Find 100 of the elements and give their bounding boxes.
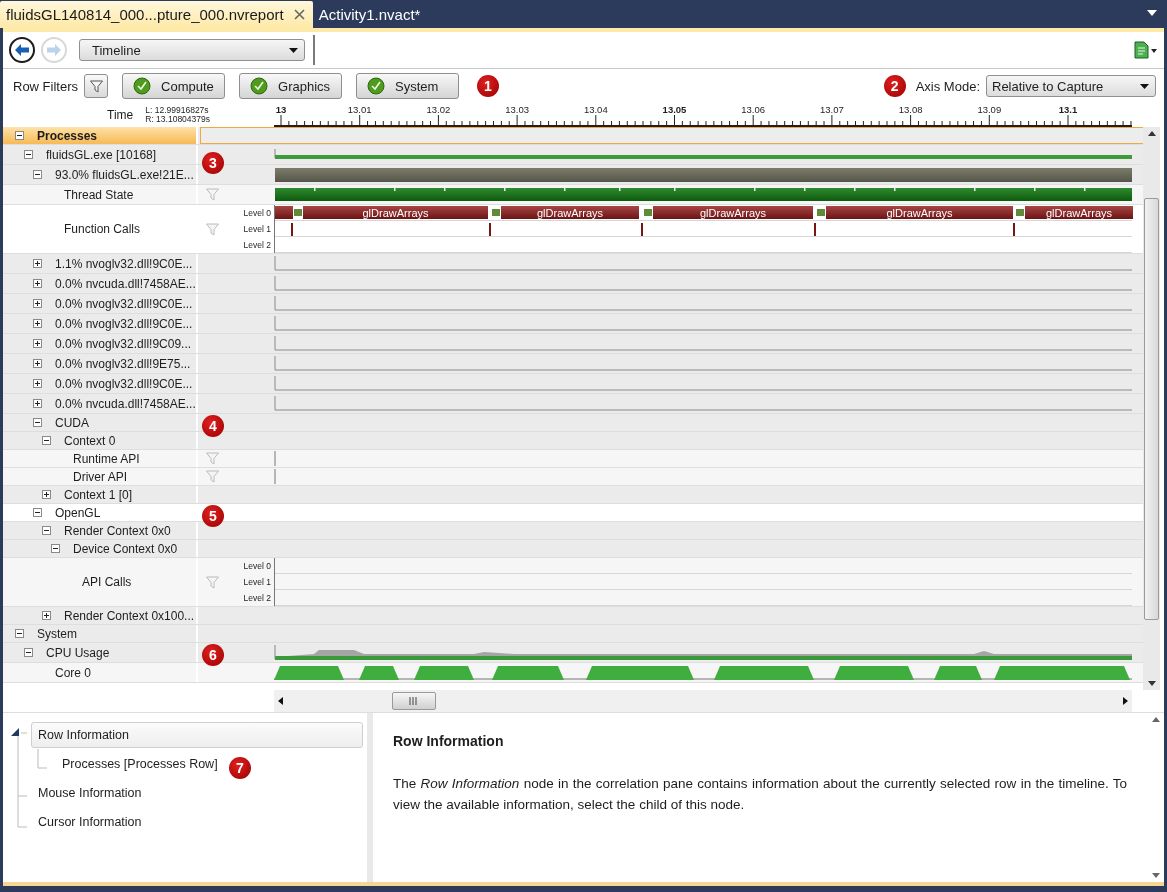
- scroll-right-icon[interactable]: [1123, 697, 1128, 705]
- scroll-left-icon[interactable]: [278, 697, 283, 705]
- row-label: Render Context 0x100...: [64, 608, 195, 623]
- expand-icon[interactable]: [33, 339, 42, 348]
- scroll-thumb[interactable]: [1144, 197, 1159, 620]
- filter-icon: [89, 79, 103, 93]
- collapse-icon[interactable]: [15, 629, 24, 638]
- timeline-row[interactable]: 0.0% nvoglv32.dll!9E75...: [3, 354, 1143, 374]
- timeline-row[interactable]: System: [3, 625, 1143, 643]
- timeline-row[interactable]: 0.0% nvoglv32.dll!9C0E...: [3, 294, 1143, 314]
- function-call-bar[interactable]: glDrawArrays: [1025, 206, 1133, 219]
- tick-label: 13.03: [505, 104, 529, 115]
- collapse-icon[interactable]: [42, 526, 51, 535]
- tree-item[interactable]: Row Information: [31, 722, 363, 748]
- expand-icon[interactable]: [33, 359, 42, 368]
- timeline-row[interactable]: Function Calls Level 0 Level 1 Level 2 glDrawArrays glDrawArrays glDrawArrays glDrawArrays glDrawArrays: [3, 205, 1143, 254]
- collapse-icon[interactable]: [33, 170, 42, 179]
- collapse-icon[interactable]: [15, 131, 24, 140]
- collapse-icon[interactable]: [51, 544, 60, 553]
- timeline-row[interactable]: Thread State: [3, 185, 1143, 205]
- expand-icon[interactable]: [42, 490, 51, 499]
- document-icon[interactable]: [1134, 41, 1158, 59]
- scroll-up-icon[interactable]: [1151, 717, 1160, 722]
- timeline-row[interactable]: Runtime API: [3, 450, 1143, 468]
- tree-item[interactable]: Cursor Information: [31, 809, 149, 835]
- row-label: Context 1 [0]: [64, 487, 133, 502]
- horizontal-scrollbar[interactable]: [274, 690, 1132, 712]
- expand-icon[interactable]: [33, 279, 42, 288]
- expand-icon[interactable]: [33, 399, 42, 408]
- timeline-row[interactable]: Context 0: [3, 432, 1143, 450]
- function-call-bar[interactable]: glDrawArrays: [501, 206, 639, 219]
- axis-mode-dropdown[interactable]: Relative to Capture: [986, 75, 1156, 97]
- call-tick: [489, 223, 491, 236]
- row-label: CUDA: [55, 415, 89, 430]
- tree-item[interactable]: Mouse Information: [31, 780, 149, 806]
- row-label: Driver API: [73, 469, 127, 484]
- timeline-row[interactable]: 0.0% nvoglv32.dll!9C0E...: [3, 314, 1143, 334]
- filter-icon: [206, 452, 219, 465]
- row-label: 0.0% nvoglv32.dll!9E75...: [55, 356, 191, 371]
- filter-toggle-button[interactable]: Compute: [122, 73, 225, 99]
- collapse-icon[interactable]: [24, 150, 33, 159]
- info-paragraph: The Row Information node in the correlation pane contains information about the currently selected row in the timeline. To view the available information, select the child of this node.: [393, 775, 1127, 814]
- expanded-triangle-icon[interactable]: [11, 727, 20, 736]
- tick-label: 13.07: [820, 104, 844, 115]
- collapse-icon[interactable]: [33, 418, 42, 427]
- filter-toggle-button[interactable]: System: [356, 73, 459, 99]
- caret-icon: [1140, 83, 1149, 89]
- function-call-bar[interactable]: glDrawArrays: [653, 206, 813, 219]
- level-label: Level 1: [243, 577, 271, 587]
- close-icon[interactable]: [293, 9, 305, 20]
- document-tab[interactable]: Activity1.nvact*: [312, 1, 429, 28]
- timeline-row[interactable]: Device Context 0x0: [3, 540, 1143, 558]
- timeline-row[interactable]: 0.0% nvcuda.dll!7458AE...: [3, 274, 1143, 294]
- timeline-row[interactable]: 1.1% nvoglv32.dll!9C0E...: [3, 254, 1143, 274]
- timeline-row[interactable]: 0.0% nvoglv32.dll!9C0E...: [3, 374, 1143, 394]
- row-label: Runtime API: [73, 451, 140, 466]
- filter-toggle-button[interactable]: Graphics: [239, 73, 342, 99]
- expand-icon[interactable]: [33, 299, 42, 308]
- row-label: 0.0% nvoglv32.dll!9C0E...: [55, 316, 193, 331]
- expand-icon[interactable]: [33, 319, 42, 328]
- expand-icon[interactable]: [42, 611, 51, 620]
- scroll-down-icon[interactable]: [1147, 681, 1156, 686]
- document-tab[interactable]: fluidsGL140814_000...pture_000.nvreport: [0, 1, 313, 28]
- scroll-thumb[interactable]: [392, 692, 436, 710]
- filter-button[interactable]: [84, 74, 108, 98]
- timeline-row[interactable]: 0.0% nvoglv32.dll!9C09...: [3, 334, 1143, 354]
- tick-label: 13.04: [583, 104, 608, 115]
- tick-label: 13.02: [426, 104, 451, 115]
- expand-icon[interactable]: [33, 259, 42, 268]
- timeline-row[interactable]: Processes: [3, 127, 1143, 145]
- callout-badge: 7: [229, 757, 251, 779]
- view-dropdown[interactable]: Timeline: [79, 39, 305, 61]
- call-tick: [814, 223, 816, 236]
- row-label: 1.1% nvoglv32.dll!9C0E...: [55, 256, 193, 271]
- timeline-row[interactable]: API Calls Level 0 Level 1 Level 2: [3, 558, 1143, 607]
- row-label: 0.0% nvcuda.dll!7458AE...: [55, 396, 196, 411]
- timeline-row[interactable]: Driver API: [3, 468, 1143, 486]
- collapse-icon[interactable]: [33, 508, 42, 517]
- level-label: Level 0: [243, 561, 271, 571]
- vertical-scrollbar[interactable]: [1143, 127, 1160, 690]
- function-call-bar[interactable]: glDrawArrays: [826, 206, 1013, 219]
- collapse-icon[interactable]: [42, 436, 51, 445]
- timeline-row[interactable]: Core 0: [3, 663, 1143, 683]
- timeline-row[interactable]: Render Context 0x0: [3, 522, 1143, 540]
- row-label: 0.0% nvoglv32.dll!9C0E...: [55, 376, 193, 391]
- back-button[interactable]: [9, 37, 35, 63]
- scroll-down-icon[interactable]: [1151, 873, 1160, 878]
- expand-icon[interactable]: [33, 379, 42, 388]
- timeline-row[interactable]: 0.0% nvcuda.dll!7458AE...: [3, 394, 1143, 414]
- timeline-row[interactable]: Context 1 [0]: [3, 486, 1143, 504]
- function-call-bar[interactable]: glDrawArrays: [303, 206, 488, 219]
- level-label: Level 1: [243, 224, 271, 234]
- level-label: Level 2: [243, 593, 271, 603]
- tree-item[interactable]: Processes [Processes Row]: [55, 751, 225, 777]
- timeline-row[interactable]: Render Context 0x100...: [3, 607, 1143, 625]
- collapse-icon[interactable]: [24, 648, 33, 657]
- filter-icon: [206, 470, 219, 483]
- scroll-up-icon[interactable]: [1147, 131, 1156, 136]
- dropdown-icon[interactable]: [1147, 10, 1157, 16]
- row-label: Render Context 0x0: [64, 523, 171, 538]
